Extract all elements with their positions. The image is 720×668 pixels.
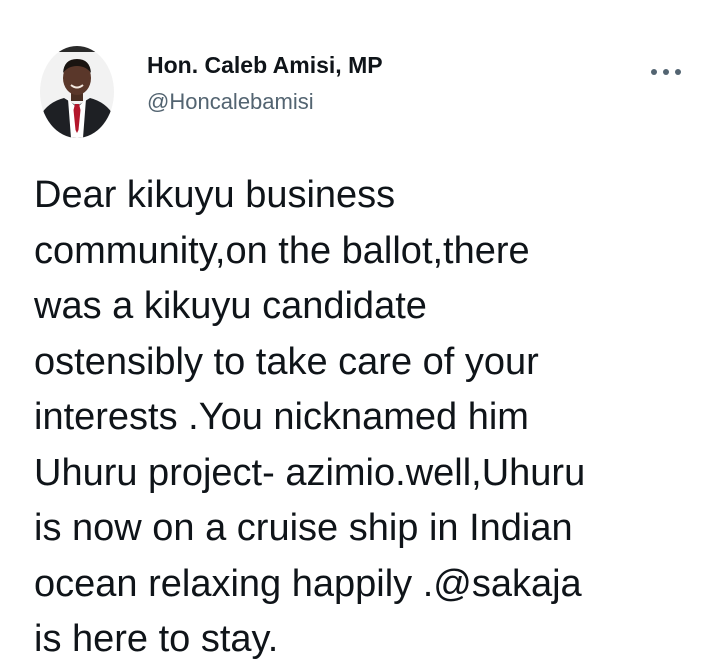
author-block: Hon. Caleb Amisi, MP @Honcalebamisi: [147, 54, 383, 113]
tweet-text-line: is now on a cruise ship in Indian: [34, 507, 573, 549]
more-options-button[interactable]: [646, 60, 686, 84]
tweet-text-line: was a kikuyu candidate: [34, 285, 427, 327]
profile-photo-icon: [40, 46, 114, 138]
author-handle[interactable]: @Honcalebamisi: [147, 91, 383, 113]
author-display-name[interactable]: Hon. Caleb Amisi, MP: [147, 54, 383, 77]
author-avatar[interactable]: [40, 46, 114, 138]
tweet-text-line: interests .You nicknamed him: [34, 396, 529, 438]
tweet-text-line: is here to stay.: [34, 618, 279, 660]
tweet-card: Hon. Caleb Amisi, MP @Honcalebamisi Dear…: [0, 0, 720, 660]
tweet-text-line: Dear kikuyu business: [34, 174, 396, 216]
tweet-text-line: Uhuru project- azimio.well,Uhuru: [34, 451, 586, 494]
tweet-text: Dear kikuyu business community,on the ba…: [34, 168, 694, 668]
more-dot: [651, 69, 657, 75]
more-dot: [663, 69, 669, 75]
more-options-icon: [651, 69, 681, 75]
more-dot: [675, 69, 681, 75]
tweet-text-line: community,on the ballot,there: [34, 229, 530, 272]
tweet-text-line: ostensibly to take care of your: [34, 340, 539, 383]
tweet-text-line: ocean relaxing happily .@sakaja: [34, 562, 582, 605]
